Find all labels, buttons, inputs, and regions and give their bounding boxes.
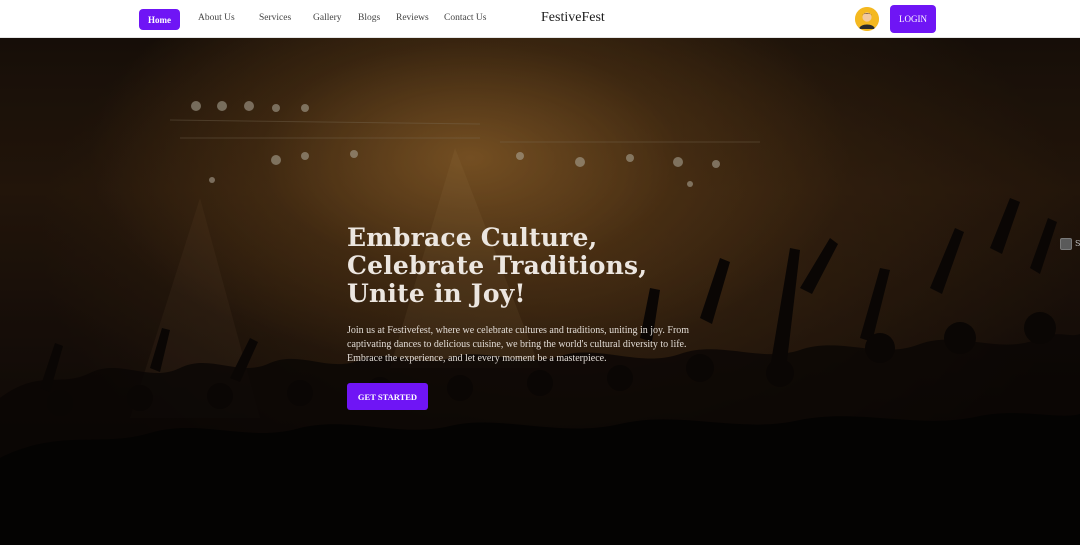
hero-headline-line-1: Embrace Culture, [347,223,598,252]
hero-section: Embrace Culture, Celebrate Traditions, U… [0,38,1080,545]
hero-content: Embrace Culture, Celebrate Traditions, U… [347,224,727,410]
user-avatar-icon[interactable] [855,7,879,31]
nav-link-services[interactable]: Services [259,13,291,23]
nav-home-button[interactable]: Home [139,9,180,30]
nav-link-about-us[interactable]: About Us [198,13,235,23]
brand-logo-text[interactable]: FestiveFest [541,10,605,26]
nav-link-reviews[interactable]: Reviews [396,13,429,23]
nav-link-blogs[interactable]: Blogs [358,13,380,23]
hero-headline-line-2: Celebrate Traditions, [347,251,648,280]
widget-toggle-icon[interactable] [1060,238,1072,250]
nav-link-gallery[interactable]: Gallery [313,13,342,23]
nav-link-contact-us[interactable]: Contact Us [444,13,486,23]
login-button[interactable]: LOGIN [890,5,936,33]
side-widget-label: S [1075,239,1080,248]
hero-headline-line-3: Unite in Joy! [347,279,526,308]
hero-description: Join us at Festivefest, where we celebra… [347,325,690,364]
get-started-button[interactable]: GET STARTED [347,383,428,410]
navbar: Home About Us Services Gallery Blogs Rev… [0,0,1080,38]
hero-headline: Embrace Culture, Celebrate Traditions, U… [347,224,727,308]
